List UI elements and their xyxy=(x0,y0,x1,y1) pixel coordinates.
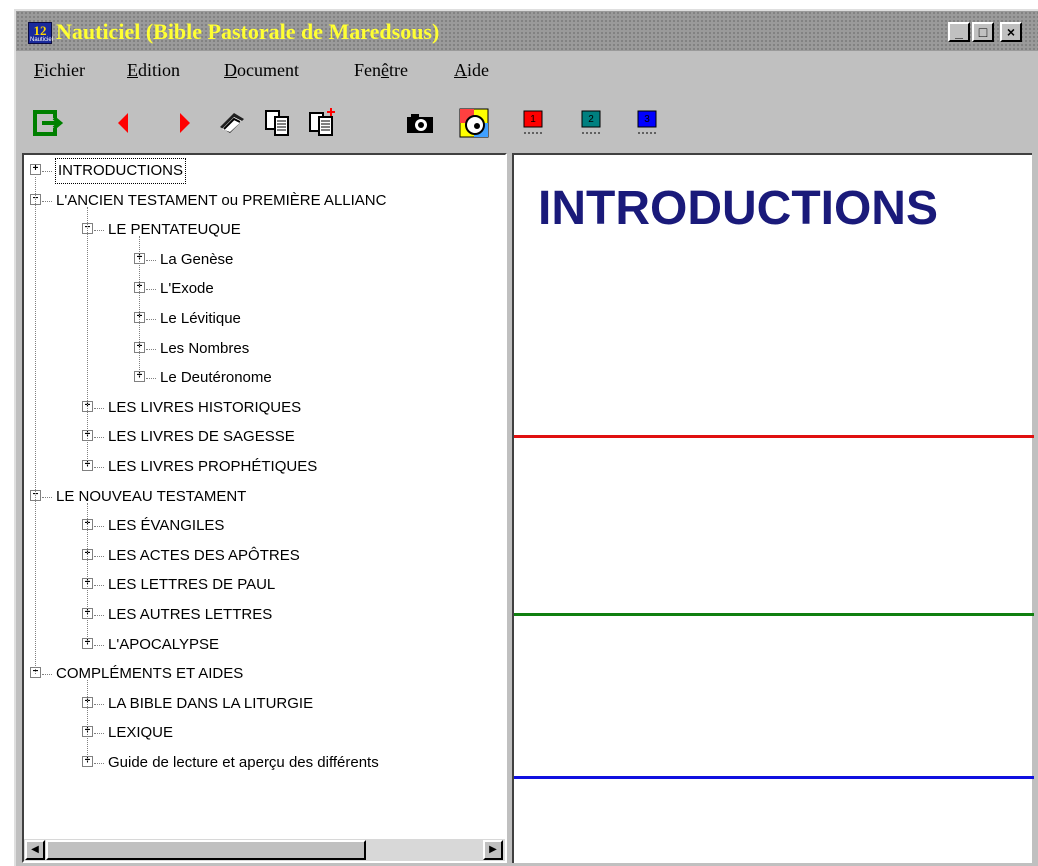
tree-connector xyxy=(146,259,156,261)
scroll-left-button[interactable]: ◀ xyxy=(25,840,45,860)
forward-icon[interactable] xyxy=(168,107,200,139)
menu-bar: Fichier Edition Document Fenêtre Aide xyxy=(16,55,1038,85)
tree-vertical-connector xyxy=(87,502,88,645)
tree-connector xyxy=(146,319,156,320)
green-rule xyxy=(514,613,1034,616)
tree-item-label: La Genèse xyxy=(160,250,234,268)
svg-text:1: 1 xyxy=(530,114,536,125)
svg-text:2: 2 xyxy=(588,114,594,125)
horizontal-scrollbar[interactable]: ◀ ▶ xyxy=(24,839,505,861)
content-pane: INTRODUCTIONS xyxy=(512,153,1034,863)
tree-connector xyxy=(94,555,104,557)
menu-document[interactable]: Document xyxy=(224,60,299,81)
tree-connector xyxy=(94,585,104,587)
menu-aide[interactable]: Aide xyxy=(454,60,489,81)
tree-vertical-connector xyxy=(87,206,88,467)
app-window: 12 Nauticiel Nauticiel (Bible Pastorale … xyxy=(14,9,1038,866)
tree-item-label: LES LIVRES PROPHÉTIQUES xyxy=(108,458,318,475)
tree-vertical-connector xyxy=(87,680,88,763)
tree-vertical-connector xyxy=(35,177,36,675)
tree-item-label: Le Lévitique xyxy=(160,310,241,327)
tree-vertical-connector xyxy=(139,236,140,379)
menu-fichier[interactable]: Fichier xyxy=(34,60,85,81)
tree-item-label: COMPLÉMENTS ET AIDES xyxy=(56,665,244,683)
maximize-button[interactable]: □ xyxy=(972,22,994,42)
close-button[interactable]: × xyxy=(1000,22,1022,42)
menu-fenetre[interactable]: Fenêtre xyxy=(354,60,408,81)
tree-item-label: LE NOUVEAU TESTAMENT xyxy=(56,487,247,505)
tree-item-label: L'Exode xyxy=(160,280,214,298)
window-title: Nauticiel (Bible Pastorale de Maredsous) xyxy=(56,19,440,44)
tree-item-label: LEXIQUE xyxy=(108,724,174,742)
print-icon[interactable] xyxy=(216,107,248,139)
svg-text:3: 3 xyxy=(644,114,650,125)
expand-icon[interactable]: + xyxy=(30,164,41,175)
palette-icon[interactable] xyxy=(458,107,490,139)
tree-connector xyxy=(42,496,52,498)
bookmark-1-icon[interactable]: 1 xyxy=(518,107,550,139)
minimize-button[interactable]: _ xyxy=(948,22,970,42)
tree-connector xyxy=(94,467,104,468)
tree-item-label: LES AUTRES LETTRES xyxy=(108,606,273,623)
tree-connector xyxy=(94,644,104,646)
blue-rule xyxy=(514,776,1034,779)
tree-connector xyxy=(94,230,104,232)
bookmark-3-icon[interactable]: 3 xyxy=(632,107,664,139)
tree-connector xyxy=(94,526,104,528)
tree-connector xyxy=(42,171,52,172)
copy-add-icon[interactable] xyxy=(306,107,338,139)
tree-item-label: L'APOCALYPSE xyxy=(108,635,219,653)
back-icon[interactable] xyxy=(108,107,140,139)
bookmark-2-icon[interactable]: 2 xyxy=(576,107,608,139)
tree-item-label: Le Deutéronome xyxy=(160,369,272,387)
tree-connector xyxy=(94,733,104,735)
scroll-right-button[interactable]: ▶ xyxy=(483,840,503,860)
tree-connector xyxy=(146,289,156,291)
content-heading: INTRODUCTIONS xyxy=(538,182,938,235)
app-icon-caption: Nauticiel xyxy=(30,37,54,43)
scroll-thumb[interactable] xyxy=(46,840,366,860)
tree-item-label: LE PENTATEUQUE xyxy=(108,221,241,239)
tree-item-label: LES LETTRES DE PAUL xyxy=(108,576,276,594)
exit-icon[interactable] xyxy=(32,107,64,139)
red-rule xyxy=(514,435,1034,438)
tree-connector xyxy=(94,763,104,764)
app-icon-letters: 12 xyxy=(33,23,47,38)
tree-connector xyxy=(42,200,52,202)
tree-connector xyxy=(94,615,104,616)
tree-item-label: LA BIBLE DANS LA LITURGIE xyxy=(108,694,314,712)
tree-connector xyxy=(94,407,104,409)
tree-connector xyxy=(94,437,104,439)
tree-item-label: LES ACTES DES APÔTRES xyxy=(108,546,300,564)
copy-icon[interactable] xyxy=(262,107,294,139)
tree-connector xyxy=(146,348,156,350)
tree-pane[interactable]: + INTRODUCTIONS − L'ANCIEN TESTAMENT ou PRE… xyxy=(22,153,507,863)
menu-edition[interactable]: Edition xyxy=(127,60,180,81)
tree-connector xyxy=(42,674,52,676)
tree-connector xyxy=(94,703,104,705)
desktop-edge xyxy=(0,0,14,866)
tree-item-label: Les Nombres xyxy=(160,339,250,357)
tree-item-label: L'ANCIEN TESTAMENT ou PREMIÈRE ALLIANC xyxy=(56,191,387,209)
camera-icon[interactable] xyxy=(404,107,436,139)
tree-item-label: LES LIVRES HISTORIQUES xyxy=(108,398,302,416)
tree-item-label: LES LIVRES DE SAGESSE xyxy=(108,428,295,446)
tree-item-label: LES ÉVANGILES xyxy=(108,517,225,535)
toolbar: 1 2 3 xyxy=(16,99,1038,145)
title-bar[interactable]: 12 Nauticiel Nauticiel (Bible Pastorale … xyxy=(16,11,1038,51)
tree-item-label: INTRODUCTIONS xyxy=(55,158,186,184)
tree-connector xyxy=(146,378,156,380)
tree-item-label: Guide de lecture et aperçu des différent… xyxy=(108,754,379,771)
app-icon[interactable]: 12 Nauticiel xyxy=(28,22,54,44)
